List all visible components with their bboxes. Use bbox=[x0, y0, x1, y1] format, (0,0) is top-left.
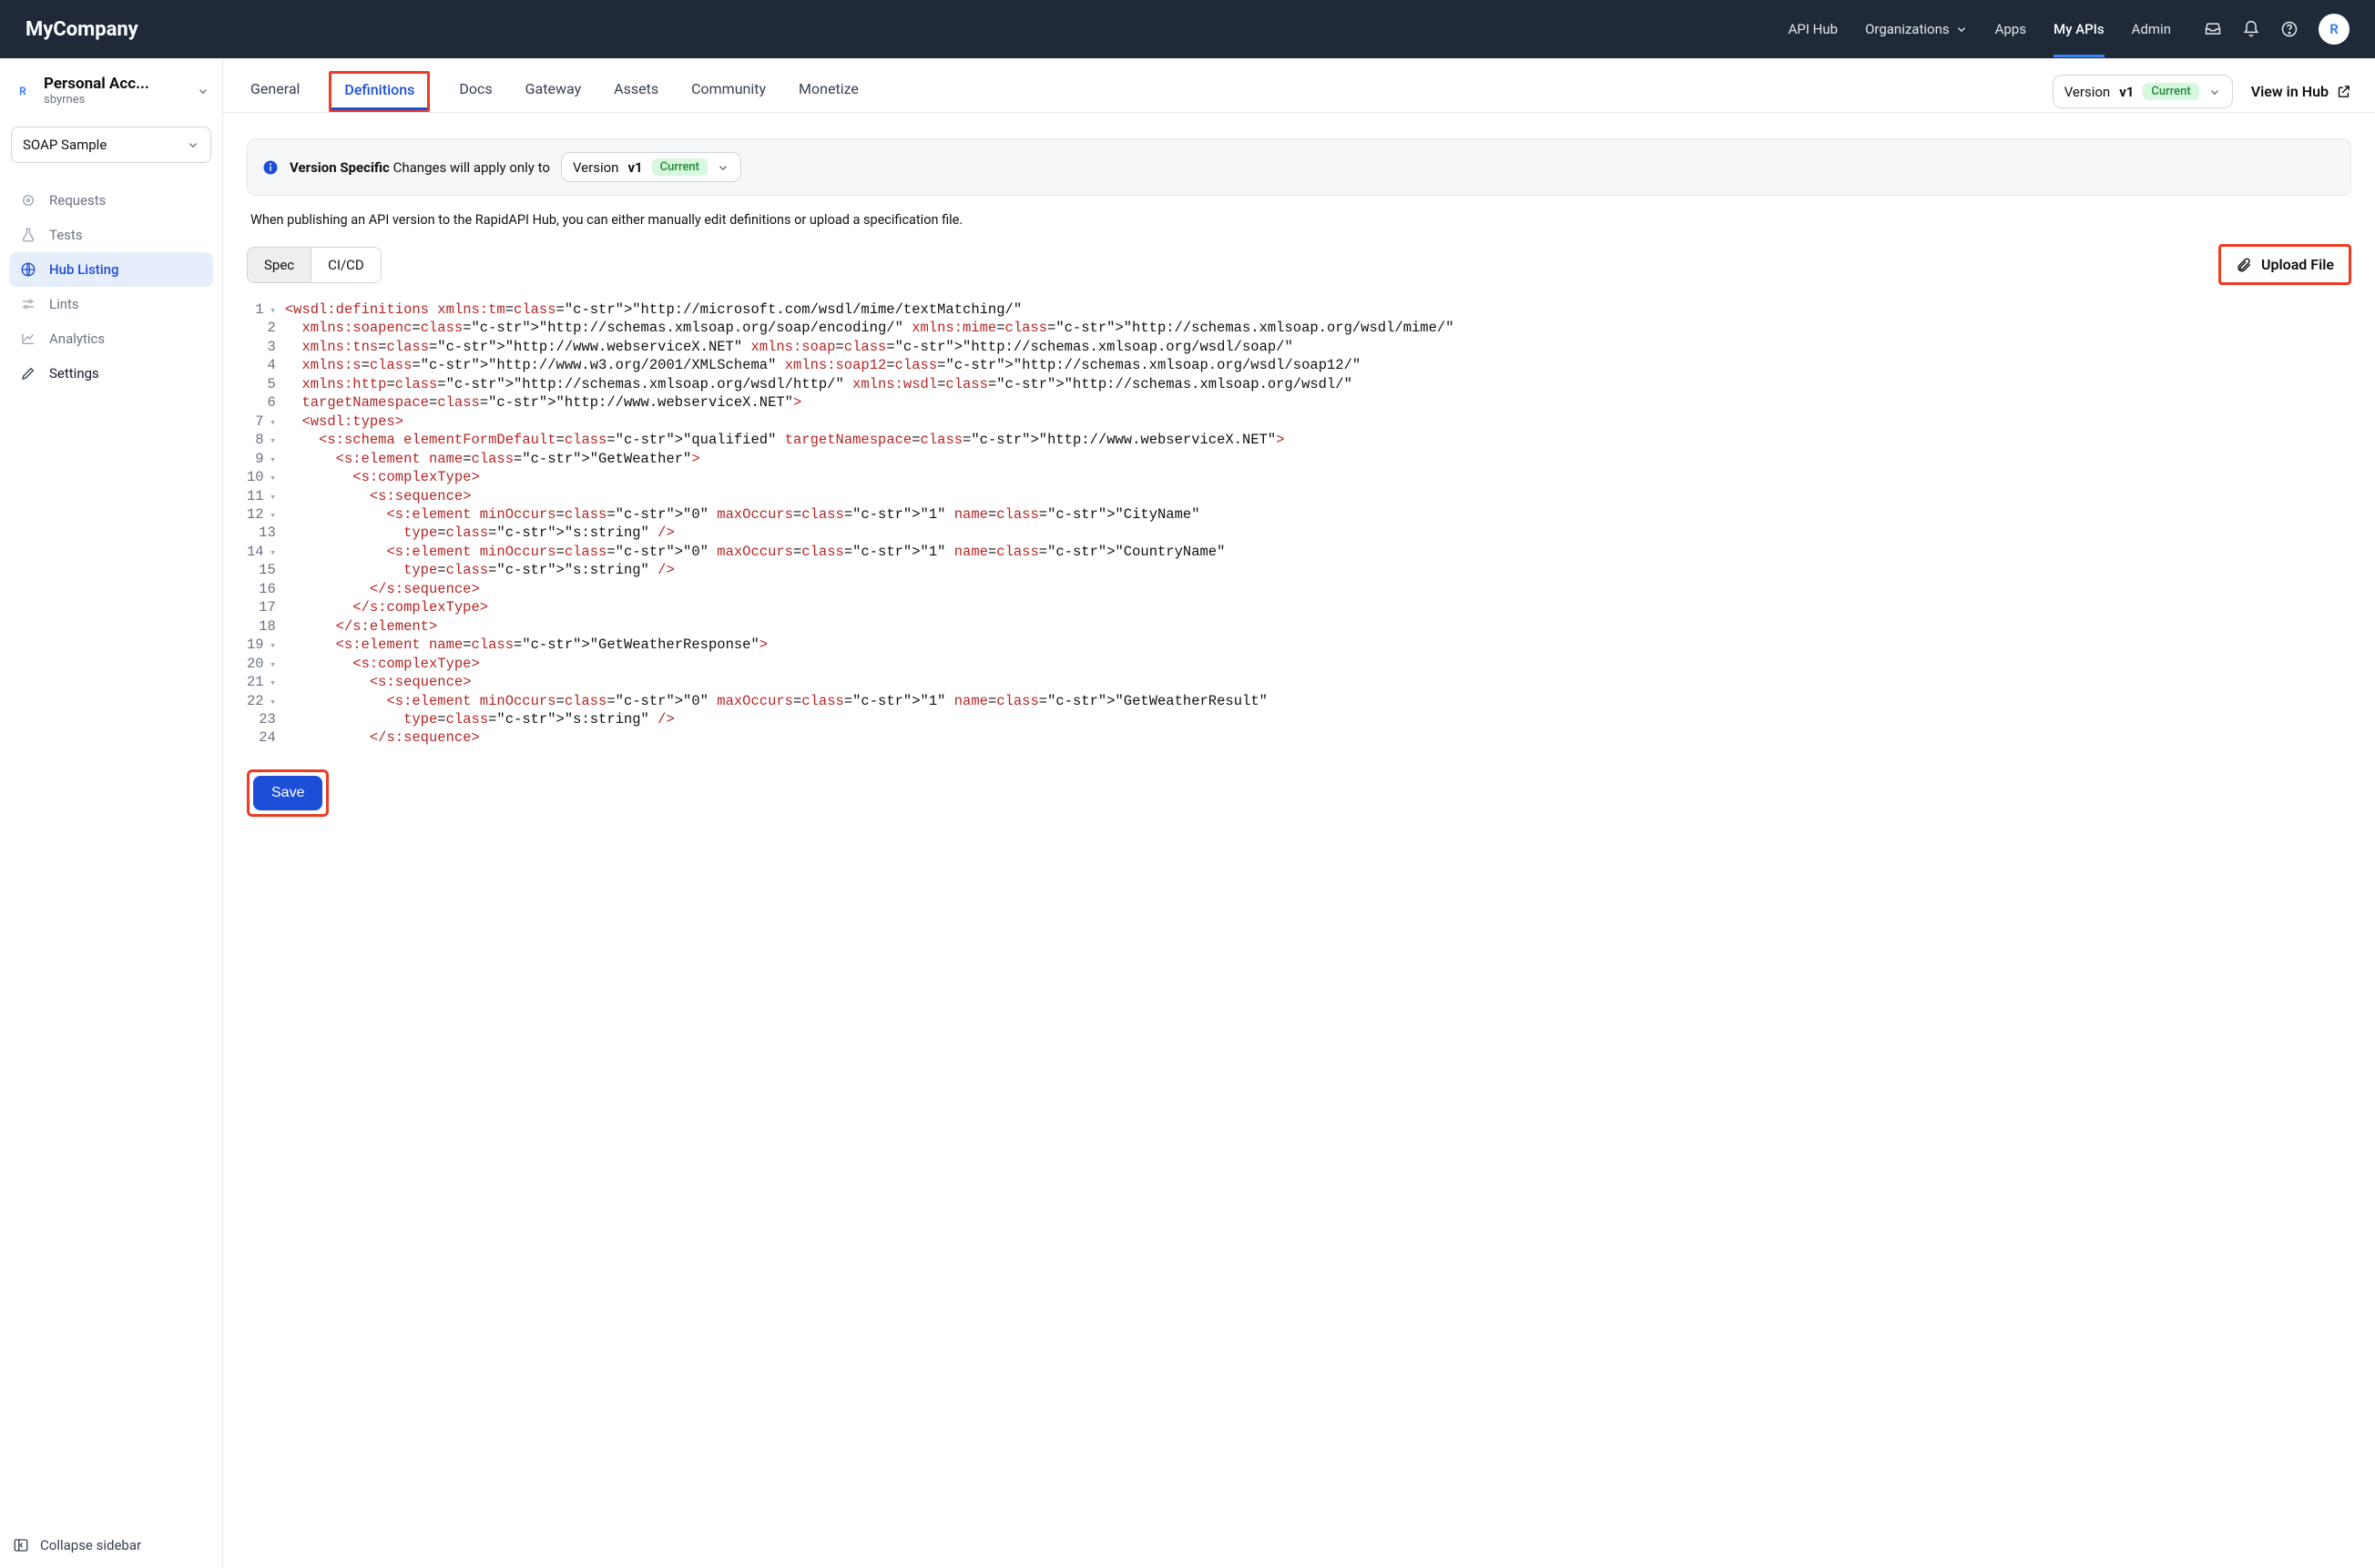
version-info-banner: Version Specific Changes will apply only… bbox=[247, 138, 2351, 196]
tab-community[interactable]: Community bbox=[688, 71, 770, 112]
spec-cicd-toggle: Spec CI/CD bbox=[247, 247, 382, 283]
account-badge-icon: R bbox=[13, 81, 33, 101]
version-picker[interactable]: Version v1 Current bbox=[2053, 75, 2233, 108]
attachment-icon bbox=[2236, 257, 2252, 273]
nav-admin[interactable]: Admin bbox=[2132, 21, 2171, 37]
sliders-icon bbox=[20, 296, 36, 312]
view-in-hub-link[interactable]: View in Hub bbox=[2251, 83, 2351, 100]
code-content[interactable]: <wsdl:definitions xmlns:tm=class="c-str"… bbox=[285, 300, 2351, 748]
project-select[interactable]: SOAP Sample bbox=[11, 127, 211, 163]
avatar[interactable]: R bbox=[2319, 14, 2350, 45]
account-title: Personal Acc... bbox=[44, 75, 186, 93]
flask-icon bbox=[20, 227, 36, 243]
seg-spec[interactable]: Spec bbox=[248, 248, 311, 282]
sidebar-item-requests[interactable]: Requests bbox=[9, 183, 213, 218]
nav-api-hub[interactable]: API Hub bbox=[1789, 21, 1838, 37]
chevron-down-icon bbox=[2208, 86, 2221, 98]
nav-organizations[interactable]: Organizations bbox=[1865, 21, 1968, 37]
tab-assets[interactable]: Assets bbox=[610, 71, 662, 112]
pencil-icon bbox=[20, 365, 36, 382]
collapse-icon bbox=[13, 1537, 29, 1553]
globe-icon bbox=[20, 261, 36, 278]
chevron-down-icon bbox=[1955, 23, 1968, 36]
code-editor[interactable]: 123456789101112131415161718192021222324 … bbox=[247, 300, 2351, 748]
chevron-down-icon bbox=[187, 138, 199, 151]
account-subtitle: sbyrnes bbox=[44, 93, 186, 107]
current-badge: Current bbox=[2143, 83, 2198, 100]
target-icon bbox=[20, 192, 36, 209]
info-icon bbox=[262, 159, 279, 176]
current-badge: Current bbox=[652, 158, 708, 176]
sidebar-item-lints[interactable]: Lints bbox=[9, 287, 213, 321]
nav-apps[interactable]: Apps bbox=[1995, 21, 2026, 37]
banner-version-select[interactable]: Version v1 Current bbox=[561, 152, 741, 182]
chart-icon bbox=[20, 331, 36, 347]
brand-logo: MyCompany bbox=[25, 18, 138, 41]
chevron-down-icon bbox=[197, 85, 209, 97]
tab-general[interactable]: General bbox=[247, 71, 303, 112]
chevron-down-icon bbox=[717, 161, 729, 174]
tab-definitions[interactable]: Definitions bbox=[329, 71, 430, 112]
line-gutter: 123456789101112131415161718192021222324 bbox=[247, 300, 285, 748]
upload-file-button[interactable]: Upload File bbox=[2218, 244, 2351, 285]
definitions-toolbar: Spec CI/CD Upload File bbox=[247, 244, 2351, 285]
top-nav: MyCompany API Hub Organizations Apps My … bbox=[0, 0, 2375, 58]
tab-monetize[interactable]: Monetize bbox=[795, 71, 862, 112]
page-tabs-row: General Definitions Docs Gateway Assets … bbox=[223, 58, 2375, 113]
help-icon[interactable] bbox=[2280, 20, 2299, 38]
inbox-icon[interactable] bbox=[2204, 20, 2222, 38]
save-button[interactable]: Save bbox=[253, 776, 322, 810]
nav-my-apis[interactable]: My APIs bbox=[2054, 21, 2105, 37]
external-link-icon bbox=[2336, 84, 2351, 99]
main: General Definitions Docs Gateway Assets … bbox=[223, 58, 2375, 1568]
sidebar-item-analytics[interactable]: Analytics bbox=[9, 321, 213, 356]
seg-cicd[interactable]: CI/CD bbox=[311, 248, 381, 282]
tab-docs[interactable]: Docs bbox=[455, 71, 495, 112]
sidebar: R Personal Acc... sbyrnes SOAP Sample Re… bbox=[0, 58, 223, 1568]
collapse-sidebar-button[interactable]: Collapse sidebar bbox=[0, 1522, 222, 1568]
bell-icon[interactable] bbox=[2242, 20, 2260, 38]
top-nav-items: API Hub Organizations Apps My APIs Admin bbox=[1789, 21, 2171, 37]
project-select-label: SOAP Sample bbox=[23, 137, 107, 153]
sidebar-item-settings[interactable]: Settings bbox=[9, 356, 213, 391]
account-switcher[interactable]: R Personal Acc... sbyrnes bbox=[0, 58, 222, 116]
tab-gateway[interactable]: Gateway bbox=[522, 71, 586, 112]
sidebar-item-tests[interactable]: Tests bbox=[9, 218, 213, 252]
sidebar-item-hub-listing[interactable]: Hub Listing bbox=[9, 252, 213, 287]
definitions-helper-text: When publishing an API version to the Ra… bbox=[247, 196, 2351, 244]
